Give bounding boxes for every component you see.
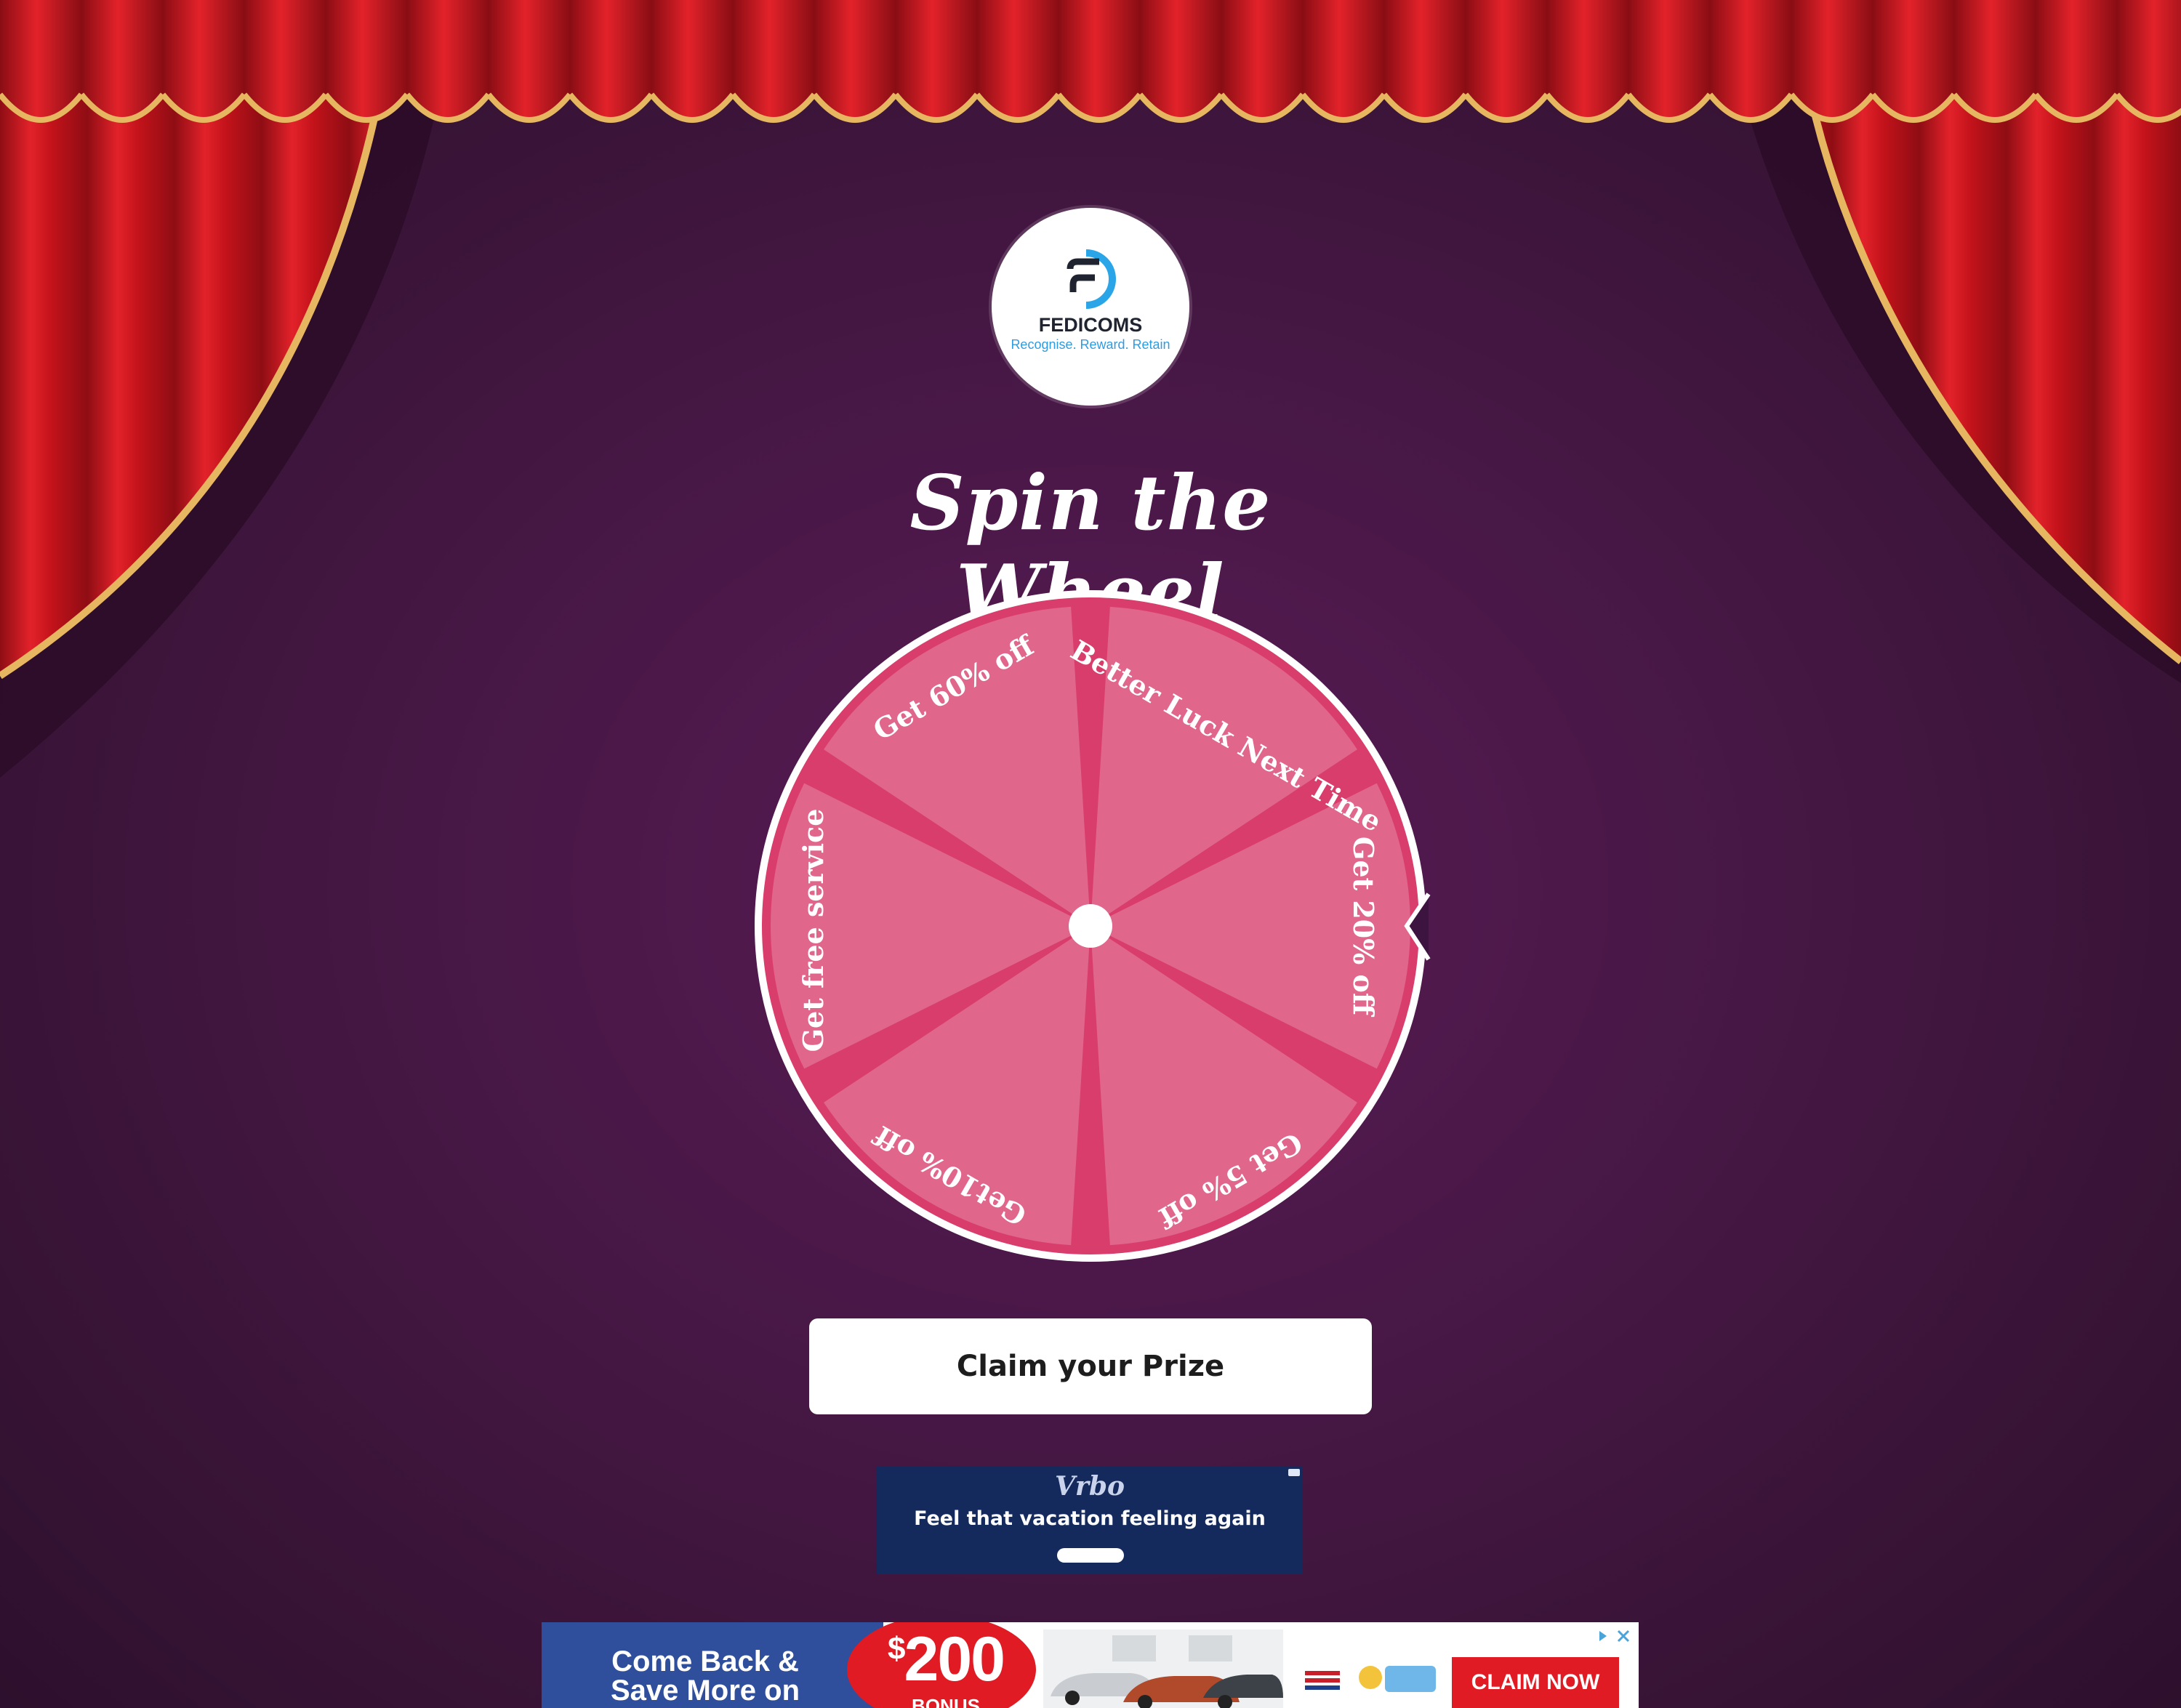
vrbo-logo: Vrbo <box>1054 1471 1125 1502</box>
ad-choices-icon[interactable] <box>1288 1469 1300 1476</box>
dealer-logos <box>1301 1663 1436 1692</box>
bonus-amount-value: 200 <box>904 1624 1005 1694</box>
bonus-currency: $ <box>888 1631 906 1667</box>
ad-headline-line2: Save More on <box>610 1675 800 1707</box>
vrbo-ad-banner[interactable]: Vrbo Feel that vacation feeling again <box>877 1467 1303 1574</box>
vrbo-ad-cta[interactable] <box>1057 1548 1124 1563</box>
ad-close-icon[interactable] <box>1596 1628 1631 1644</box>
logo-mark-icon <box>1067 249 1116 309</box>
logo-tagline: Recognise. Reward. Retain <box>1011 337 1170 352</box>
prize-wheel-graphic: Better Luck Next Time Get 20% off Get 5%… <box>755 590 1431 1262</box>
ad-headline: Come Back & Save More on <box>542 1647 869 1705</box>
claim-now-button[interactable]: CLAIM NOW <box>1452 1657 1619 1708</box>
stage: FEDICOMS Recognise. Reward. Retain Spin … <box>0 0 2181 1708</box>
bottom-ad-banner[interactable]: Come Back & Save More on $200 BONUS CLAI… <box>542 1622 1639 1708</box>
wheel-center-hub <box>1069 904 1112 948</box>
cars-image <box>1043 1630 1283 1708</box>
curtain-valance <box>0 0 2181 138</box>
prize-wheel[interactable]: Better Luck Next Time Get 20% off Get 5%… <box>749 589 1432 1272</box>
ad-headline-line1: Come Back & <box>611 1645 799 1677</box>
segment-label: Get free service <box>797 809 830 1052</box>
claim-prize-button[interactable]: Claim your Prize <box>809 1318 1372 1414</box>
company-logo: FEDICOMS Recognise. Reward. Retain <box>992 208 1189 406</box>
vrbo-ad-headline: Feel that vacation feeling again <box>914 1507 1266 1530</box>
segment-label: Get 20% off <box>1347 837 1380 1018</box>
bonus-amount: $200 <box>873 1624 1019 1696</box>
ad-headline-panel: Come Back & Save More on <box>542 1622 883 1708</box>
logo-name: FEDICOMS <box>1038 314 1143 336</box>
bonus-label: BONUS <box>912 1695 980 1708</box>
